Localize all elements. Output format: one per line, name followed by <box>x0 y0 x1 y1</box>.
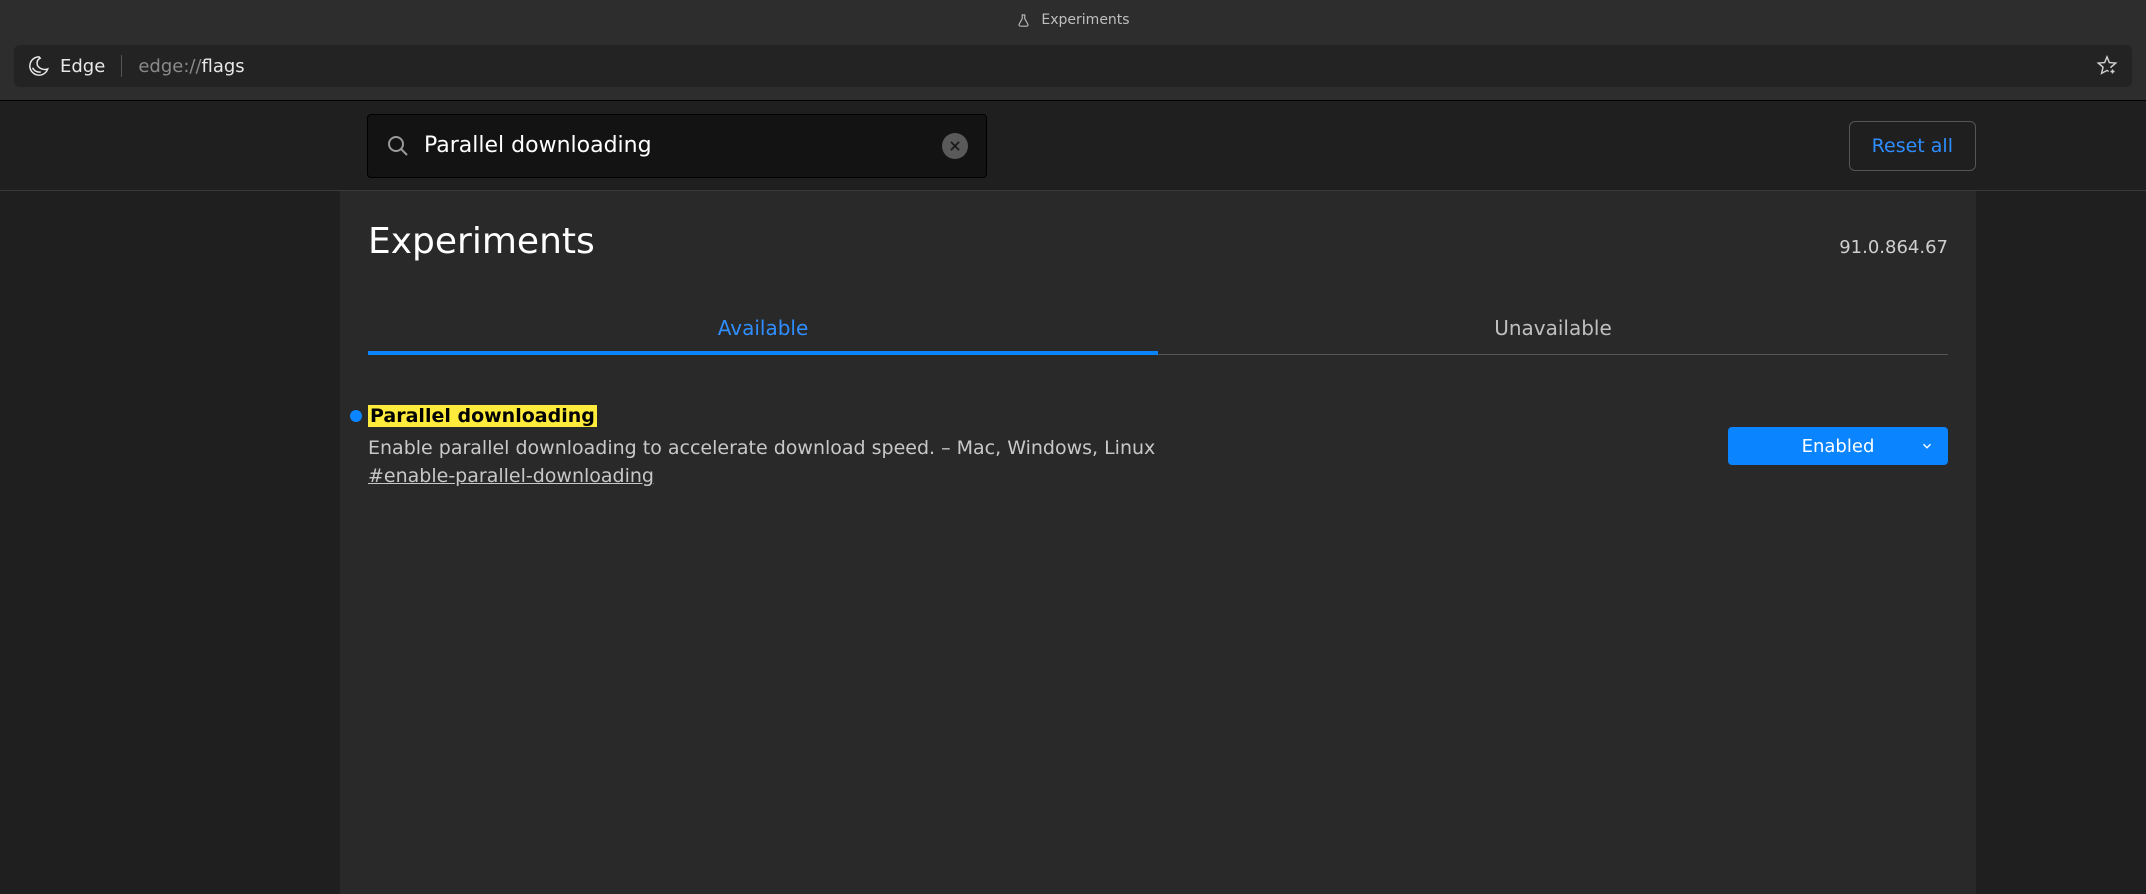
search-row: Reset all <box>0 101 2146 191</box>
flag-description: Enable parallel downloading to accelerat… <box>368 437 1688 459</box>
url-path: flags <box>202 56 245 77</box>
tabs: Available Unavailable <box>368 304 1948 355</box>
flag-entry: Parallel downloading Enable parallel dow… <box>368 405 1948 487</box>
chevron-down-icon <box>1920 439 1934 453</box>
flag-title: Parallel downloading <box>368 405 597 427</box>
browser-name: Edge <box>60 56 105 77</box>
flag-state-label: Enabled <box>1802 436 1875 457</box>
reset-all-button[interactable]: Reset all <box>1849 121 1976 171</box>
address-divider <box>121 55 122 77</box>
tab-available[interactable]: Available <box>368 304 1158 354</box>
search-icon <box>386 134 410 158</box>
content-panel: Experiments 91.0.864.67 Available Unavai… <box>340 191 1976 894</box>
search-input[interactable] <box>424 133 942 158</box>
edge-logo-icon <box>28 55 50 77</box>
flask-icon <box>1016 13 1031 28</box>
tab-title: Experiments <box>1041 12 1129 28</box>
favorite-add-icon[interactable] <box>2096 55 2118 77</box>
search-box[interactable] <box>367 114 987 178</box>
flag-anchor-link[interactable]: #enable-parallel-downloading <box>368 465 654 487</box>
clear-search-button[interactable] <box>942 133 968 159</box>
page-body: Reset all Experiments 91.0.864.67 Availa… <box>0 100 2146 894</box>
version-label: 91.0.864.67 <box>1839 237 1948 258</box>
address-row: Edge edge://flags <box>0 40 2146 100</box>
address-bar[interactable]: Edge edge://flags <box>14 45 2132 87</box>
page-heading: Experiments <box>368 221 595 262</box>
url-scheme: edge:// <box>138 56 201 77</box>
tab-unavailable[interactable]: Unavailable <box>1158 304 1948 354</box>
modified-dot-icon <box>350 410 362 422</box>
flag-state-select[interactable]: Enabled <box>1728 427 1948 465</box>
window-title-bar: Experiments <box>0 0 2146 40</box>
